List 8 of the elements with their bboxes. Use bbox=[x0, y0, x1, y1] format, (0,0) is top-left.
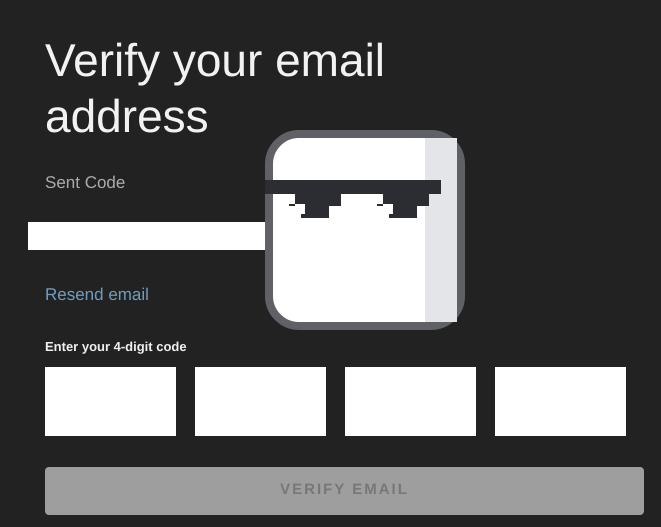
digit-field[interactable] bbox=[45, 366, 176, 436]
digit-field[interactable] bbox=[195, 366, 326, 436]
digit-field[interactable] bbox=[495, 366, 626, 436]
code-label: Enter your 4-digit code bbox=[45, 338, 187, 356]
sent-code-label: Sent Code bbox=[45, 172, 126, 194]
digit-field[interactable] bbox=[345, 366, 476, 436]
resend-email-link[interactable]: Resend email bbox=[45, 282, 149, 307]
page-title: Verify your email address bbox=[45, 33, 386, 144]
